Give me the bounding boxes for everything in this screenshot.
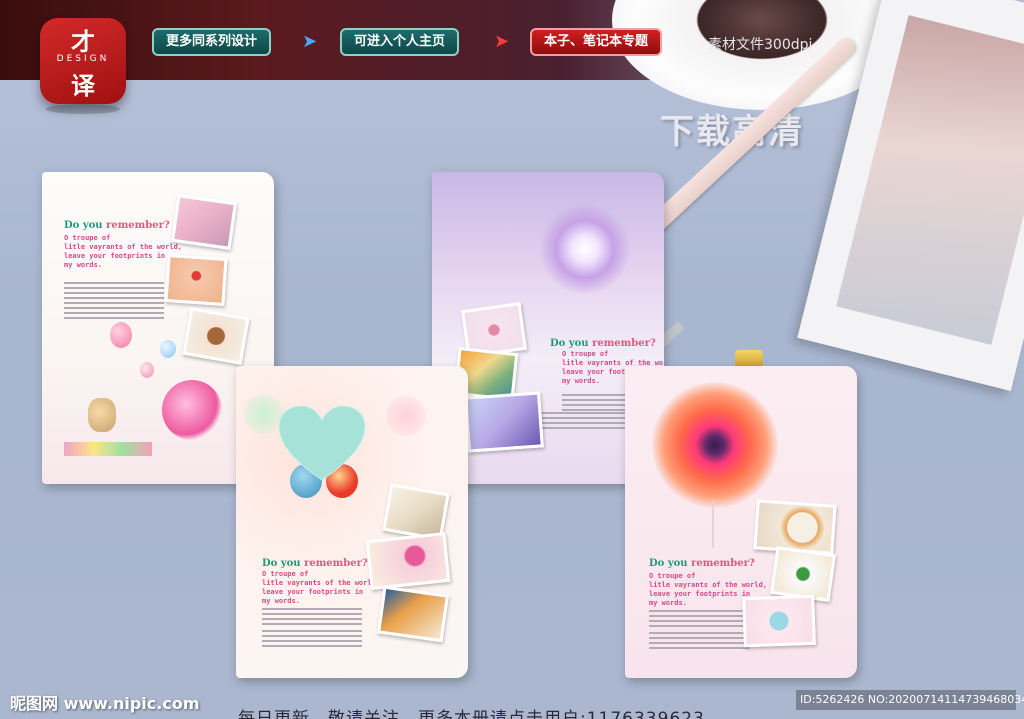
logo-char-bottom: 译 xyxy=(71,72,95,100)
kitten-figure xyxy=(88,398,116,432)
photo-pencils xyxy=(376,585,450,643)
arrow-right-icon: ➤ xyxy=(302,31,318,52)
photo-heart-hands xyxy=(164,253,228,307)
text-lines xyxy=(649,610,749,630)
notebook-poem: O troupe of litle vayrants of the world,… xyxy=(262,570,381,605)
flower-stem xyxy=(712,500,714,548)
purple-flower-image xyxy=(540,204,630,294)
notebook-title: Do you remember? xyxy=(649,558,755,569)
brand-logo[interactable]: 才 DESIGN 译 xyxy=(40,18,126,104)
resolution-note: 素材文件300dpi xyxy=(708,37,813,53)
balloon xyxy=(140,362,154,378)
title-part2: remember? xyxy=(691,558,755,569)
balloon xyxy=(110,322,132,348)
photo-inner-image xyxy=(836,15,1024,345)
more-series-button[interactable]: 更多同系列设计 xyxy=(152,28,272,56)
title-part2: remember? xyxy=(592,338,656,349)
tagline-text: 每日更新，敬请关注，更多本册请点击用户:1176339623 xyxy=(238,709,705,719)
title-part1: Do you xyxy=(649,558,688,569)
text-lines xyxy=(64,282,164,302)
notebook-title: Do you remember? xyxy=(64,220,170,231)
text-lines xyxy=(262,630,362,650)
red-gerbera-image xyxy=(652,382,778,508)
notebook-poem: O troupe of litle vayrants of the world,… xyxy=(64,234,183,269)
text-lines xyxy=(262,608,362,628)
photo-eiffel xyxy=(170,194,238,250)
notebook-title: Do you remember? xyxy=(550,338,656,349)
personal-homepage-button[interactable]: 可进入个人主页 xyxy=(340,28,460,56)
title-part1: Do you xyxy=(262,558,301,569)
logo-design-text: DESIGN xyxy=(56,54,110,64)
photo-polka-mugs xyxy=(753,499,837,555)
notebook-title: Do you remember? xyxy=(262,558,368,569)
photo-blue-heart xyxy=(742,594,816,648)
photo-green-tea xyxy=(769,546,837,602)
photo-teddy-bear xyxy=(182,307,250,365)
logo-shadow xyxy=(46,104,120,114)
crayon-row xyxy=(64,442,152,456)
balloon xyxy=(160,340,176,358)
title-part1: Do you xyxy=(64,220,103,231)
title-part2: remember? xyxy=(304,558,368,569)
photo-book-flower xyxy=(464,391,544,453)
logo-char-top: 才 xyxy=(71,28,95,56)
bokeh xyxy=(386,396,426,436)
title-part1: Do you xyxy=(550,338,589,349)
title-part2: remember? xyxy=(106,220,170,231)
notebook-topic-button[interactable]: 本子、笔记本专题 xyxy=(530,28,663,56)
arrow-right-icon: ➤ xyxy=(494,31,510,52)
site-watermark[interactable]: 昵图网 www.nipic.com xyxy=(10,690,200,714)
photo-hearts xyxy=(365,531,451,591)
blue-heart-image xyxy=(278,405,366,481)
balloon-cluster xyxy=(162,380,222,440)
text-lines xyxy=(649,632,749,652)
text-lines xyxy=(64,302,164,322)
id-watermark: ID:5262426 NO:20200714114739468034 xyxy=(796,690,1024,710)
